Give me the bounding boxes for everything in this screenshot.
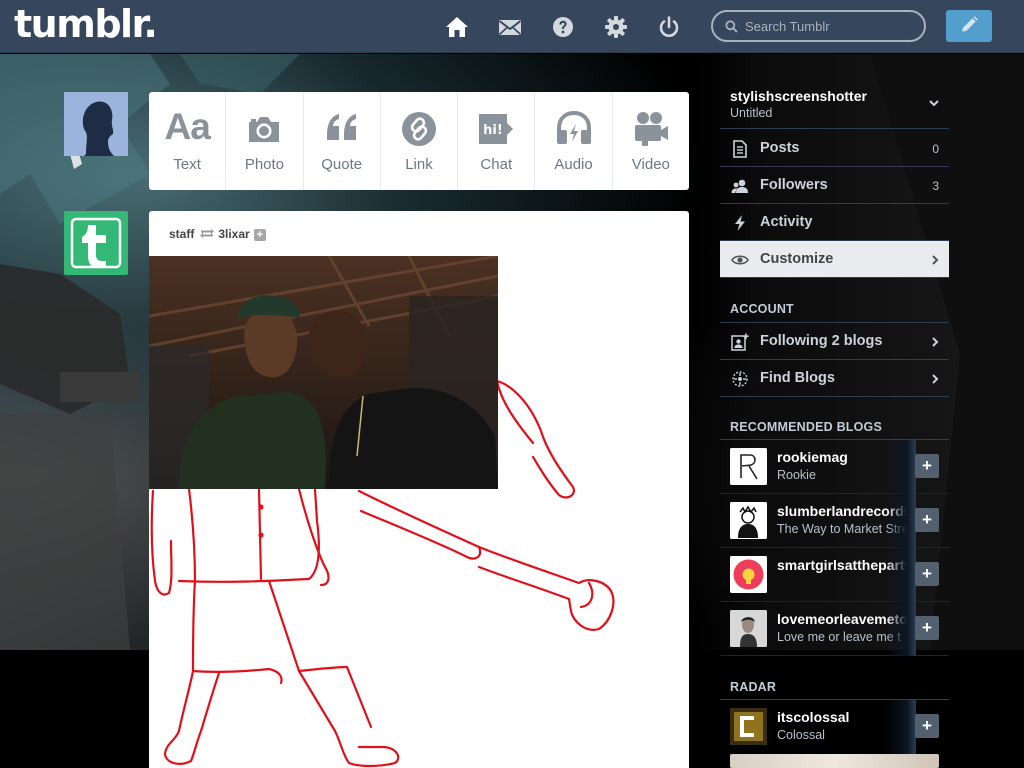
fade-overlay: [886, 548, 916, 602]
find-blogs-icon: [731, 370, 749, 388]
follow-plus-button[interactable]: +: [915, 616, 939, 640]
chat-icon: hi!: [477, 110, 515, 148]
fade-overlay: [886, 440, 916, 494]
pencil-icon: [962, 16, 978, 32]
post-header: staff 3lixar +: [169, 227, 266, 241]
gear-icon[interactable]: [603, 14, 629, 40]
sidebar-item-following[interactable]: Following 2 blogs: [720, 323, 949, 360]
blog-switcher[interactable]: stylishscreenshotter Untitled: [720, 78, 949, 129]
sidebar-item-posts[interactable]: Posts 0: [720, 130, 949, 167]
sidebar-item-customize[interactable]: Customize: [720, 241, 949, 278]
envelope-icon[interactable]: [497, 14, 523, 40]
blog-avatar: [730, 708, 767, 745]
post-author-link[interactable]: staff: [169, 227, 194, 241]
post-type-chat[interactable]: hi! Chat: [458, 92, 536, 190]
chevron-down-icon: [929, 100, 939, 107]
recommended-blogs-heading: RECOMMENDED BLOGS: [730, 420, 883, 434]
post-type-audio[interactable]: Audio: [535, 92, 613, 190]
post-type-label: Quote: [321, 156, 363, 173]
reblog-icon: [200, 229, 215, 238]
compose-button[interactable]: [946, 10, 992, 42]
post-type-quote[interactable]: Quote: [304, 92, 381, 190]
follow-plus-button[interactable]: +: [915, 508, 939, 532]
camera-icon: [245, 110, 283, 148]
sidebar-item-followers[interactable]: Followers 3: [720, 167, 949, 204]
account-heading: ACCOUNT: [730, 302, 794, 316]
dashboard-post: staff 3lixar +: [149, 211, 689, 768]
chat-glyph: hi!: [483, 123, 503, 138]
followers-count: 3: [932, 179, 939, 193]
post-type-label: Video: [631, 156, 670, 173]
blog-avatar: [730, 502, 767, 539]
post-type-label: Audio: [554, 156, 593, 173]
sidebar-item-find-blogs[interactable]: Find Blogs: [720, 360, 949, 397]
radar-post-preview[interactable]: [730, 754, 939, 768]
posts-icon: [731, 140, 749, 158]
sidebar-item-label: Followers: [760, 177, 828, 193]
staff-avatar[interactable]: [64, 211, 128, 275]
blog-name: stylishscreenshotter: [730, 88, 867, 104]
sidebar-item-label: Following 2 blogs: [760, 333, 883, 349]
search-box: [711, 10, 926, 42]
tumblr-logo[interactable]: tumblr.: [14, 2, 158, 46]
post-type-photo[interactable]: Photo: [226, 92, 304, 190]
power-icon[interactable]: [656, 14, 682, 40]
post-type-link[interactable]: Link: [381, 92, 459, 190]
follow-plus-button[interactable]: +: [915, 454, 939, 478]
followers-icon: [731, 177, 749, 195]
blog-avatar: [730, 610, 767, 647]
fade-overlay: [886, 602, 916, 656]
sidebar-item-activity[interactable]: Activity: [720, 204, 949, 241]
eye-icon: [731, 251, 749, 269]
chevron-right-icon: [932, 337, 939, 347]
post-type-label: Chat: [480, 156, 513, 173]
post-type-label: Link: [405, 156, 433, 173]
quote-icon: [323, 110, 361, 148]
post-type-label: Photo: [244, 156, 285, 173]
follow-plus-button[interactable]: +: [915, 562, 939, 586]
recommended-blog-item[interactable]: rookiemag Rookie +: [720, 440, 949, 494]
lightning-icon: [731, 214, 749, 232]
radar-blog-item[interactable]: itscolossal Colossal +: [720, 700, 949, 754]
posts-count: 0: [932, 142, 939, 156]
radar-heading: RADAR: [730, 680, 777, 694]
sidebar-item-label: Find Blogs: [760, 370, 835, 386]
help-icon[interactable]: [550, 14, 576, 40]
chevron-right-icon: [932, 374, 939, 384]
post-type-text[interactable]: Aa Text: [149, 92, 227, 190]
sidebar-item-label: Activity: [760, 214, 813, 230]
top-navigation-bar: tumblr.: [0, 0, 1024, 53]
home-icon[interactable]: [444, 14, 470, 40]
sidebar-item-label: Customize: [760, 251, 834, 267]
user-avatar[interactable]: [64, 92, 128, 156]
fade-overlay: [886, 700, 916, 754]
post-type-selector: Aa Text Photo Quote Link hi! Chat Audio: [149, 92, 689, 190]
fade-overlay: [886, 494, 916, 548]
post-photo[interactable]: [149, 256, 498, 489]
text-aa-icon: Aa: [164, 106, 210, 147]
follow-plus-button[interactable]: +: [915, 714, 939, 738]
recommended-blog-item[interactable]: slumberlandrecords The Way to Market Str…: [720, 494, 949, 548]
following-icon: [731, 333, 749, 351]
chevron-right-icon: [932, 255, 939, 265]
blog-avatar: [730, 556, 767, 593]
post-type-label: Text: [173, 156, 201, 173]
reblogged-from-link[interactable]: 3lixar: [218, 227, 249, 241]
blog-subtitle: Untitled: [730, 106, 773, 120]
blog-avatar: [730, 448, 767, 485]
recommended-blog-item[interactable]: lovemeorleavemetoo Love me or leave me t…: [720, 602, 949, 656]
headphones-icon: [555, 110, 593, 148]
video-camera-icon: [632, 110, 670, 148]
link-icon: [400, 110, 438, 148]
recommended-blog-item[interactable]: smartgirlsattheparty +: [720, 548, 949, 602]
search-icon: [725, 20, 738, 33]
search-input[interactable]: [745, 16, 915, 36]
sidebar-item-label: Posts: [760, 140, 800, 156]
post-type-video[interactable]: Video: [613, 92, 689, 190]
follow-plus-button[interactable]: +: [253, 229, 266, 241]
